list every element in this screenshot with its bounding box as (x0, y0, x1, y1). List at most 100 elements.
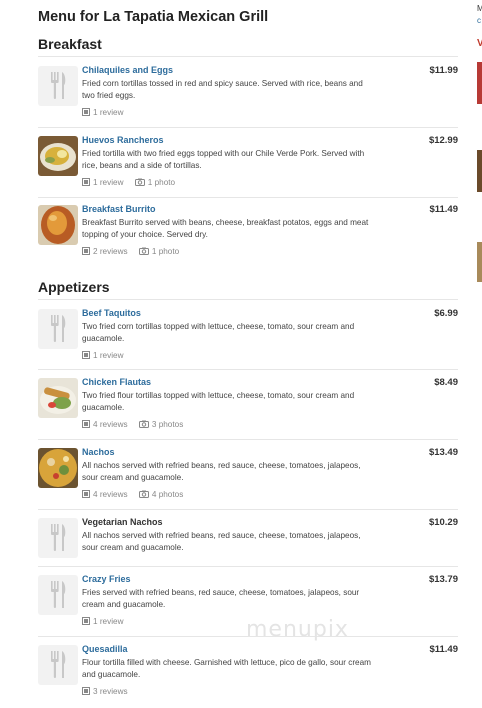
menu-item: Breakfast Burrito $11.49 Breakfast Burri… (38, 204, 458, 265)
item-price: $8.49 (434, 377, 458, 388)
item-description: Fried corn tortillas tossed in red and s… (82, 79, 363, 100)
reviews-count: 1 review (93, 178, 124, 187)
utensils-icon (38, 66, 78, 106)
menu-item: Quesadilla $11.49 Flour tortilla filled … (38, 644, 458, 705)
item-price: $13.49 (428, 447, 458, 458)
food-photo[interactable] (38, 136, 78, 176)
reviews-count: 4 reviews (93, 490, 128, 499)
review-icon (82, 490, 90, 498)
review-icon (82, 420, 90, 428)
reviews-count: 2 reviews (93, 247, 128, 256)
sidebar-cropped-link[interactable]: c (477, 16, 481, 25)
photos-link[interactable]: 3 photos (138, 420, 184, 429)
item-price: $13.79 (428, 574, 458, 585)
item-price: $6.99 (434, 308, 458, 319)
photos-count: 3 photos (151, 420, 184, 429)
item-description: All nachos served with refried beans, re… (82, 531, 361, 552)
item-name-link[interactable]: Beef Taquitos (82, 308, 141, 318)
reviews-link[interactable]: 1 review (82, 178, 124, 187)
item-description: Breakfast Burrito served with beans, che… (82, 218, 369, 239)
reviews-count: 1 review (93, 617, 124, 626)
reviews-link[interactable]: 1 review (82, 351, 124, 360)
item-price: $11.49 (429, 644, 458, 655)
section-title-appetizers: Appetizers (38, 279, 110, 295)
item-description: Fries served with refried beans, red sau… (82, 588, 360, 609)
photos-link[interactable]: 4 photos (138, 490, 184, 499)
food-photo[interactable] (38, 448, 78, 488)
item-divider (38, 369, 458, 370)
item-name-link[interactable]: Quesadilla (82, 644, 128, 654)
menu-item: Vegetarian Nachos $10.29 All nachos serv… (38, 517, 458, 564)
item-price: $11.99 (429, 65, 458, 76)
camera-icon (134, 178, 145, 186)
item-meta: 1 review (82, 617, 133, 626)
photos-link[interactable]: 1 photo (138, 247, 180, 256)
review-icon (82, 351, 90, 359)
menu-item: Chilaquiles and Eggs $11.99 Fried corn t… (38, 65, 458, 126)
reviews-count: 4 reviews (93, 420, 128, 429)
reviews-link[interactable]: 4 reviews (82, 490, 128, 499)
section-divider (38, 299, 458, 300)
item-meta: 4 reviews 4 photos (82, 490, 192, 499)
item-meta: 1 review (82, 351, 133, 360)
item-divider (38, 439, 458, 440)
item-meta: 4 reviews 3 photos (82, 420, 192, 429)
section-title-breakfast: Breakfast (38, 36, 102, 52)
review-icon (82, 178, 90, 186)
photos-count: 4 photos (151, 490, 184, 499)
item-meta: 1 review (82, 108, 133, 117)
item-description: All nachos served with refried beans, re… (82, 461, 361, 482)
food-photo[interactable] (38, 378, 78, 418)
reviews-link[interactable]: 2 reviews (82, 247, 128, 256)
item-meta: 3 reviews (82, 687, 137, 696)
reviews-link[interactable]: 3 reviews (82, 687, 128, 696)
review-icon (82, 687, 90, 695)
page-title: Menu for La Tapatia Mexican Grill (38, 9, 269, 25)
sidebar-thumbnail[interactable] (477, 150, 482, 192)
camera-icon (138, 420, 149, 428)
item-divider (38, 566, 458, 567)
section-divider (38, 56, 458, 57)
item-name-link[interactable]: Breakfast Burrito (82, 204, 156, 214)
review-icon (82, 617, 90, 625)
menu-item: Nachos $13.49 All nachos served with ref… (38, 447, 458, 508)
sidebar-cropped-text: M (477, 4, 482, 13)
review-icon (82, 247, 90, 255)
reviews-link[interactable]: 4 reviews (82, 420, 128, 429)
reviews-count: 1 review (93, 351, 124, 360)
item-divider (38, 127, 458, 128)
item-name-link[interactable]: Crazy Fries (82, 574, 131, 584)
utensils-icon (38, 645, 78, 685)
photos-link[interactable]: 1 photo (134, 178, 176, 187)
item-name-link[interactable]: Chilaquiles and Eggs (82, 65, 173, 75)
item-name-link[interactable]: Nachos (82, 447, 115, 457)
sidebar-thumbnail[interactable] (477, 242, 482, 282)
sidebar-cropped-heading: V (477, 38, 482, 49)
photos-count: 1 photo (147, 178, 176, 187)
item-description: Fried tortilla with two fried eggs toppe… (82, 149, 365, 170)
item-name-link[interactable]: Chicken Flautas (82, 377, 151, 387)
item-meta: 1 review 1 photo (82, 178, 184, 187)
reviews-count: 1 review (93, 108, 124, 117)
camera-icon (138, 247, 149, 255)
food-photo[interactable] (38, 205, 78, 245)
review-icon (82, 108, 90, 116)
reviews-link[interactable]: 1 review (82, 108, 124, 117)
sidebar-thumbnail[interactable] (477, 62, 482, 104)
item-description: Two fried flour tortillas topped with le… (82, 391, 355, 412)
item-price: $12.99 (428, 135, 458, 146)
photos-count: 1 photo (151, 247, 180, 256)
utensils-icon (38, 309, 78, 349)
utensils-icon (38, 518, 78, 558)
item-description: Two fried corn tortillas topped with let… (82, 322, 355, 343)
item-price: $10.29 (428, 517, 458, 528)
menu-item: Huevos Rancheros $12.99 Fried tortilla w… (38, 135, 458, 196)
item-divider (38, 197, 458, 198)
reviews-count: 3 reviews (93, 687, 128, 696)
menu-item: Chicken Flautas $8.49 Two fried flour to… (38, 377, 458, 438)
menu-item: Beef Taquitos $6.99 Two fried corn torti… (38, 308, 458, 369)
item-name-link[interactable]: Huevos Rancheros (82, 135, 164, 145)
reviews-link[interactable]: 1 review (82, 617, 124, 626)
item-divider (38, 509, 458, 510)
utensils-icon (38, 575, 78, 615)
